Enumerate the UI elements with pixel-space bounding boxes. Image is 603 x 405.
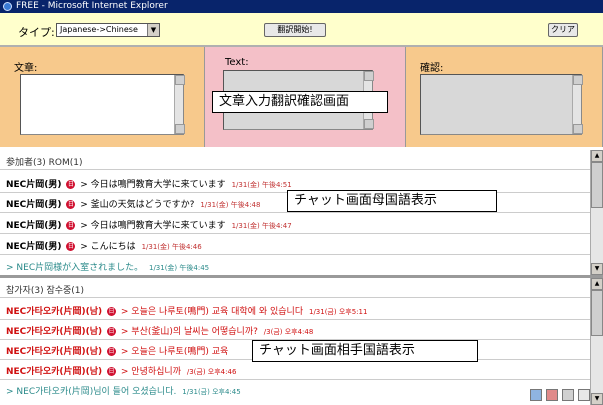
system-text: > NEC가타오카(片岡)님이 들어 오셨습니다. (6, 387, 177, 397)
scroll-up-icon[interactable]: ▲ (591, 278, 603, 290)
message-text: 안녕하십니까 (131, 367, 181, 377)
message-time: /3(금) 오후4:48 (263, 328, 314, 336)
chevron-down-icon[interactable]: ▼ (147, 24, 159, 36)
browser-window: FREE - Microsoft Internet Explorer タイプ: … (0, 0, 603, 405)
message-text: 今日は鳴門教育大学に来ています (90, 221, 226, 231)
source-label: 文章: (14, 63, 38, 74)
message-time: 1/31(金) 午後4:47 (231, 222, 292, 230)
flag-badge-icon: 日 (66, 242, 76, 251)
chat-native-scrollbar[interactable]: ▲ ▼ (590, 150, 603, 275)
sender-name[interactable]: NEC片岡(男) (6, 200, 62, 210)
divider (0, 254, 590, 255)
flag-badge-icon: 日 (107, 327, 117, 336)
scroll-up-icon[interactable]: ▲ (591, 150, 603, 162)
system-message: > NEC가타오카(片岡)님이 들어 오셨습니다. 1/31(금) 오후4:45 (6, 384, 241, 397)
ie-icon (3, 2, 12, 11)
divider (0, 233, 590, 234)
flag-badge-icon: 日 (107, 347, 117, 356)
sound-icon[interactable] (546, 389, 558, 401)
sender-name[interactable]: NEC片岡(男) (6, 180, 62, 190)
sender-name[interactable]: NEC가타오카(片岡)(남) (6, 367, 102, 377)
message-time: 1/31(金) 午後4:45 (148, 264, 210, 272)
chat-message: NEC片岡(男) 日 > 今日は鳴門教育大学に来ています 1/31(金) 午後4… (6, 221, 292, 231)
chat-partner-scrollbar[interactable]: ▲ ▼ (590, 278, 603, 405)
flag-badge-icon: 日 (66, 200, 76, 209)
source-textarea[interactable] (20, 74, 185, 135)
source-panel: 文章: (0, 47, 205, 147)
annotation-input-area: 文章入力翻訳確認画面 (212, 91, 388, 113)
flag-badge-icon: 日 (107, 307, 117, 316)
message-time: 1/31(金) 午後4:51 (231, 181, 292, 189)
flag-badge-icon: 日 (66, 180, 76, 189)
clear-button[interactable]: クリア (548, 23, 578, 37)
message-time: 1/31(금) 오후5:11 (308, 308, 368, 316)
divider (0, 169, 590, 170)
chat-message: NEC가타오카(片岡)(남) 日 > 부산(釜山)의 날씨는 어떻습니까? /3… (6, 327, 314, 337)
message-time: 1/31(금) 오후4:45 (182, 388, 241, 396)
chat-message: NEC片岡(男) 日 > 釜山の天気はどうですか? 1/31(金) 午後4:48 (6, 200, 261, 210)
chat-message: NEC片岡(男) 日 > こんにちは 1/31(金) 午後4:46 (6, 242, 202, 252)
title-bar: FREE - Microsoft Internet Explorer (0, 0, 603, 13)
type-label: タイプ: (18, 26, 55, 39)
scroll-down-icon[interactable]: ▼ (591, 263, 603, 275)
divider (0, 379, 590, 380)
type-select-value: Japanese->Chinese (60, 25, 138, 34)
message-text: 今日は鳴門教育大学に来ています (90, 180, 226, 190)
message-text: 오늘은 나루토(鳴門) 교육 대학에 와 있습니다 (131, 307, 304, 317)
chat-message: NEC片岡(男) 日 > 今日は鳴門教育大学に来ています 1/31(金) 午後4… (6, 180, 292, 190)
message-text: 오늘은 나루토(鳴門) 교육 (131, 347, 229, 357)
sender-name[interactable]: NEC가타오카(片岡)(남) (6, 347, 102, 357)
textarea-scrollbar[interactable] (572, 75, 583, 134)
scroll-thumb[interactable] (591, 162, 603, 208)
message-text: こんにちは (90, 242, 136, 252)
taskbar-icons (530, 389, 600, 403)
flag-badge-icon: 日 (66, 221, 76, 230)
network-icon[interactable] (530, 389, 542, 401)
divider (0, 297, 590, 298)
sender-name[interactable]: NEC가타오카(片岡)(남) (6, 327, 102, 337)
chat-message: NEC가타오카(片岡)(남) 日 > 오늘은 나루토(鳴門) 교육 (6, 347, 229, 357)
language-type-select[interactable]: Japanese->Chinese ▼ (56, 23, 160, 37)
divider (0, 319, 590, 320)
textarea-scrollbar[interactable] (174, 75, 185, 134)
system-text: > NEC片岡様が入室されました。 (6, 263, 144, 273)
translation-toolbar: タイプ: Japanese->Chinese ▼ 翻訳開始! クリア (0, 13, 603, 47)
chat-native-pane: 参加者(3) ROM(1) NEC片岡(男) 日 > 今日は鳴門教育大学に来てい… (0, 150, 590, 275)
scroll-thumb[interactable] (591, 290, 603, 336)
chat-message: NEC가타오카(片岡)(남) 日 > 오늘은 나루토(鳴門) 교육 대학에 와 … (6, 307, 368, 317)
flag-badge-icon: 日 (107, 367, 117, 376)
divider (0, 212, 590, 213)
confirm-panel: 確認: (406, 47, 603, 147)
window-title: FREE - Microsoft Internet Explorer (16, 1, 168, 11)
confirm-textarea[interactable] (420, 74, 583, 135)
message-time: 1/31(金) 午後4:48 (200, 201, 261, 209)
chat-message: NEC가타오카(片岡)(남) 日 > 안녕하십니까 /3(금) 오후4:46 (6, 367, 237, 377)
system-message: > NEC片岡様が入室されました。 1/31(金) 午後4:45 (6, 260, 209, 273)
participants-header: 참가자(3) 잠수중(1) (6, 286, 85, 296)
sender-name[interactable]: NEC片岡(男) (6, 221, 62, 231)
message-text: 釜山の天気はどうですか? (90, 200, 195, 210)
message-text: 부산(釜山)의 날씨는 어떻습니까? (131, 327, 258, 337)
sender-name[interactable]: NEC片岡(男) (6, 242, 62, 252)
annotation-chat-partner: チャット画面相手国語表示 (252, 340, 478, 362)
message-time: /3(금) 오후4:46 (186, 368, 237, 376)
sender-name[interactable]: NEC가타오카(片岡)(남) (6, 307, 102, 317)
participants-header: 参加者(3) ROM(1) (6, 158, 83, 168)
annotation-chat-native: チャット画面母国語表示 (287, 190, 497, 212)
confirm-label: 確認: (420, 63, 444, 74)
clock-icon[interactable] (578, 389, 590, 401)
tray-icon[interactable] (562, 389, 574, 401)
message-time: 1/31(金) 午後4:46 (141, 243, 202, 251)
translate-start-button[interactable]: 翻訳開始! (264, 23, 326, 37)
text-label: Text: (225, 57, 249, 68)
